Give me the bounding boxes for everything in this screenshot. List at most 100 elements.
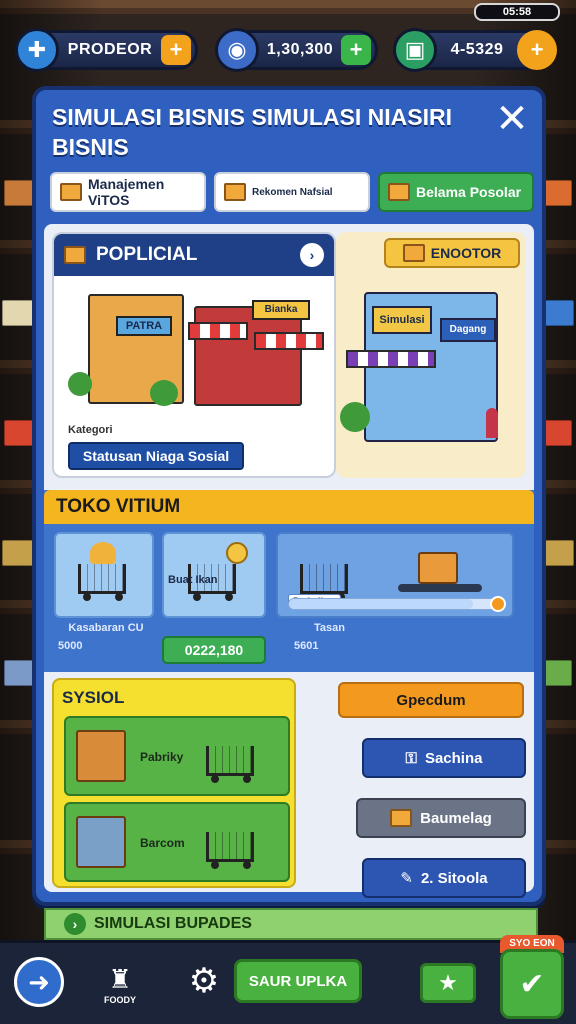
plant-icon bbox=[68, 372, 92, 396]
toko-item-sub: 5000 bbox=[58, 640, 83, 652]
resource-value: 4-5329 bbox=[450, 41, 504, 58]
sysiol-row-label: Pabriky bbox=[140, 750, 184, 764]
tab-label: Rekomen Nafsial bbox=[252, 186, 333, 198]
cart-icon bbox=[78, 564, 126, 601]
tab-management[interactable]: Manajemen ViTOS bbox=[50, 172, 206, 212]
crate-icon bbox=[76, 816, 126, 868]
resource-value: PRODEOR bbox=[67, 41, 153, 58]
tab-label: Manajemen ViTOS bbox=[88, 176, 165, 208]
encounter-card[interactable]: ENOOTOR Simulasi Dagang bbox=[336, 232, 526, 478]
shops-illustration: PATRA Bianka bbox=[54, 276, 334, 416]
social-commerce-button[interactable]: Statusan Niaga Sosial bbox=[68, 442, 244, 470]
progress-fill bbox=[289, 599, 474, 609]
clock-label: 05:58 bbox=[474, 3, 560, 21]
sysiol-section: SYSIOL Pabriky Barcom bbox=[52, 678, 296, 888]
tab-recommendation[interactable]: Rekomen Nafsial bbox=[214, 172, 370, 212]
popular-small-label: Kategori bbox=[68, 424, 113, 436]
plant-icon bbox=[150, 380, 178, 406]
resource-puzzle[interactable]: ✚ PRODEOR + bbox=[15, 28, 198, 72]
popular-card-title: POPLICIAL bbox=[96, 244, 198, 265]
add-resource-button[interactable]: + bbox=[161, 35, 191, 65]
store-icon bbox=[64, 246, 86, 264]
box-icon bbox=[224, 183, 246, 201]
business-simulation-panel: SIMULASI BISNIS SIMULASI NIASIRI BISNIS … bbox=[32, 86, 546, 906]
puzzle-icon: ✚ bbox=[15, 28, 59, 72]
sachina-button[interactable]: ⚿ Sachina bbox=[362, 738, 526, 778]
store-awning bbox=[346, 350, 436, 368]
produce-icon bbox=[90, 542, 116, 564]
shop-awning bbox=[254, 332, 324, 350]
play-button[interactable]: ✔ bbox=[500, 949, 564, 1019]
delivery-box-icon bbox=[418, 552, 458, 584]
sysiol-row[interactable]: Pabriky bbox=[64, 716, 290, 796]
close-button[interactable]: ✕ bbox=[492, 99, 532, 140]
status-text: SIMULASI BUPADES bbox=[94, 915, 252, 932]
box-icon bbox=[60, 183, 82, 201]
shop-awning bbox=[188, 322, 248, 340]
panel-title: SIMULASI BISNIS SIMULASI NIASIRI BISNIS bbox=[52, 104, 452, 160]
cart-icon bbox=[300, 564, 348, 601]
toko-item-label: Buat Ikan bbox=[168, 574, 218, 586]
box-icon bbox=[390, 809, 413, 827]
shopper-figure bbox=[486, 408, 498, 438]
coin-icon: ◉ bbox=[215, 28, 259, 72]
popular-card-header: POPLICIAL › bbox=[54, 234, 334, 276]
resource-value: 1,30,300 bbox=[266, 41, 334, 58]
shop-sign: PATRA bbox=[116, 316, 172, 336]
forklift-icon bbox=[398, 584, 482, 592]
box-icon bbox=[388, 183, 410, 201]
store-sign-secondary: Dagang bbox=[440, 318, 496, 342]
plant-icon bbox=[340, 402, 370, 432]
sysiol-row[interactable]: Barcom bbox=[64, 802, 290, 882]
cart-icon bbox=[206, 832, 254, 869]
toko-item-label: Kasabaran CU bbox=[68, 622, 144, 634]
box-icon bbox=[402, 244, 425, 262]
chevron-right-icon[interactable]: › bbox=[300, 243, 324, 267]
tab-label: Belama Posolar bbox=[416, 184, 522, 200]
tab-belama[interactable]: Belama Posolar bbox=[378, 172, 534, 212]
content-area: POPLICIAL › PATRA Bianka Kategori Status… bbox=[44, 224, 534, 898]
key-icon: ⚿ bbox=[405, 749, 417, 767]
toko-item-1[interactable] bbox=[54, 532, 154, 618]
store-sign: Simulasi bbox=[372, 306, 432, 334]
shop-building bbox=[194, 306, 302, 406]
popular-card[interactable]: POPLICIAL › PATRA Bianka Kategori Status… bbox=[52, 232, 336, 478]
pencil-icon: ✎ bbox=[400, 870, 413, 887]
top-bar: 05:58 ✚ PRODEOR + ◉ 1,30,300 + ▣ 4-5329 … bbox=[0, 0, 576, 86]
resource-coin[interactable]: ◉ 1,30,300 + bbox=[215, 28, 378, 72]
add-cash-button[interactable]: + bbox=[517, 30, 557, 70]
progress-knob[interactable] bbox=[490, 596, 506, 612]
bottom-nav: ➜ ♜ FOODY ⚙ SAUR UPLKA ★ SYO EON ✔ bbox=[0, 935, 576, 1024]
store-nav-button[interactable]: ♜ FOODY bbox=[98, 955, 142, 1013]
button-label: Sachina bbox=[424, 749, 483, 767]
resource-cash[interactable]: ▣ 4-5329 + bbox=[393, 28, 557, 72]
crate-icon bbox=[76, 730, 126, 782]
baumelag-button[interactable]: Baumelag bbox=[356, 798, 526, 838]
achievement-button[interactable]: ★ bbox=[420, 963, 476, 1003]
toko-section: TOKO VITIUM Perbaikan Kasabaran CU 5000 bbox=[44, 490, 534, 672]
coin-icon bbox=[226, 542, 248, 564]
toko-item-sub: 5601 bbox=[294, 640, 319, 652]
encounter-label: ENOOTOR bbox=[430, 245, 502, 261]
arrow-left-icon: ➜ bbox=[28, 966, 50, 997]
checkmark-icon: ✔ bbox=[519, 967, 545, 1001]
sysiol-title: SYSIOL bbox=[62, 688, 125, 707]
price-button[interactable]: 0222,180 bbox=[162, 636, 266, 664]
star-icon: ★ bbox=[438, 970, 458, 995]
toko-title: TOKO VITIUM bbox=[44, 490, 534, 524]
tab-bar: Manajemen ViTOS Rekomen Nafsial Belama P… bbox=[50, 172, 534, 214]
cart-icon bbox=[206, 746, 254, 783]
sitoola-button[interactable]: ✎ 2. Sitoola bbox=[362, 858, 526, 898]
main-action-button[interactable]: SAUR UPLKA bbox=[234, 959, 362, 1003]
cash-icon: ▣ bbox=[393, 28, 437, 72]
store-nav-label: FOODY bbox=[103, 994, 136, 1005]
gear-icon[interactable]: ⚙ bbox=[184, 961, 224, 1001]
gpecdum-button[interactable]: Gpecdum bbox=[338, 682, 524, 718]
status-bar: › SIMULASI BUPADES bbox=[44, 908, 538, 940]
toko-item-label: Tasan bbox=[314, 622, 345, 634]
button-label: Baumelag bbox=[420, 809, 492, 827]
add-coin-button[interactable]: + bbox=[341, 35, 371, 65]
encounter-badge[interactable]: ENOOTOR bbox=[384, 238, 520, 268]
back-button[interactable]: ➜ bbox=[14, 957, 64, 1007]
sysiol-row-label: Barcom bbox=[140, 836, 185, 850]
